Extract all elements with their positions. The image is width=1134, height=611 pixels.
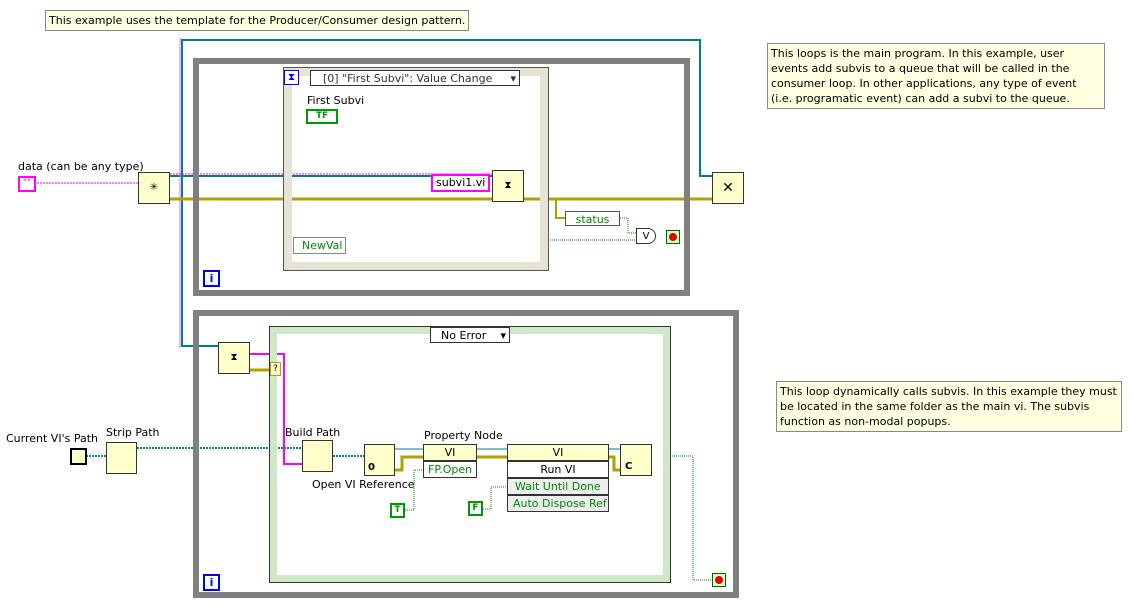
data-constant[interactable]: "" <box>18 176 36 192</box>
status-unbundle[interactable]: status <box>565 211 620 226</box>
case-selector-label: No Error <box>441 329 487 342</box>
subvi-string-constant[interactable]: subvi1.vi <box>431 174 491 192</box>
iteration-terminal-bottom: i <box>203 574 220 591</box>
true-constant[interactable]: T <box>390 503 405 518</box>
open-vi-reference-node[interactable]: 0 <box>364 444 395 476</box>
comment-main-loop: This loops is the main program. In this … <box>767 43 1105 109</box>
first-subvi-terminal[interactable]: TF <box>306 109 338 124</box>
dropdown-icon: ▾ <box>510 72 516 85</box>
newval-node: NewVal <box>293 237 347 254</box>
strip-path-label: Strip Path <box>106 426 160 439</box>
comment-consumer-loop: This loop dynamically calls subvis. In t… <box>776 381 1122 432</box>
property-node-header[interactable]: VI <box>423 444 477 461</box>
case-selector[interactable]: No Error ▾ <box>430 327 510 343</box>
dequeue-node[interactable]: ⧗ <box>218 342 250 374</box>
first-subvi-label: First Subvi <box>307 94 365 107</box>
param-auto-dispose-ref[interactable]: Auto Dispose Ref <box>507 495 609 512</box>
data-label: data (can be any type) <box>18 160 144 173</box>
param-wait-until-done[interactable]: Wait Until Done <box>507 478 609 495</box>
or-gate[interactable]: V <box>636 228 656 244</box>
stop-terminal-bottom[interactable] <box>712 573 726 587</box>
event-case-selector[interactable]: [0] "First Subvi": Value Change ▾ <box>310 70 520 86</box>
stop-terminal[interactable] <box>666 230 680 244</box>
current-vi-path-constant[interactable] <box>70 448 87 465</box>
property-fp-open[interactable]: FP.Open <box>423 461 477 478</box>
invoke-node-header[interactable]: VI <box>507 444 609 461</box>
dropdown-icon: ▾ <box>500 329 506 342</box>
invoke-method[interactable]: Run VI <box>507 461 609 478</box>
release-queue-node[interactable]: ✕ <box>712 172 744 204</box>
iteration-terminal: i <box>203 270 220 287</box>
build-path-node[interactable] <box>302 440 333 472</box>
open-vi-reference-label: Open VI Reference <box>312 478 415 491</box>
false-constant[interactable]: F <box>468 501 483 516</box>
build-path-label: Build Path <box>285 426 341 439</box>
property-node-label: Property Node <box>424 429 503 442</box>
case-selector-terminal: ? <box>270 362 281 376</box>
event-timeout-terminal: ⧗ <box>284 70 299 85</box>
obtain-queue-node[interactable]: ✳ <box>138 172 170 204</box>
enqueue-node[interactable]: ⧗ <box>492 170 524 202</box>
comment-top: This example uses the template for the P… <box>45 10 470 31</box>
current-vi-path-label: Current VI's Path <box>6 432 98 445</box>
close-reference-node[interactable]: C <box>620 444 652 476</box>
event-case-label: [0] "First Subvi": Value Change <box>323 72 493 85</box>
strip-path-node[interactable] <box>106 442 137 474</box>
